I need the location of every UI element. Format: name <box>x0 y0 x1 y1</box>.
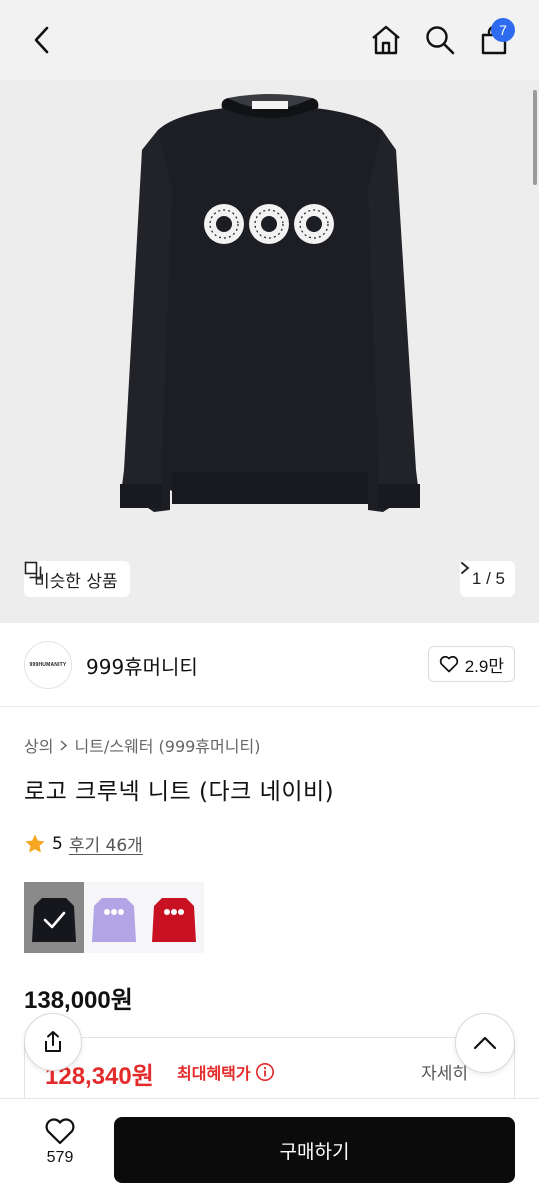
product-title: 로고 크루넥 니트 (다크 네이비) <box>24 779 335 805</box>
star-icon <box>25 834 45 852</box>
heart-icon <box>45 1118 75 1145</box>
image-pager-button[interactable]: 1 / 5 <box>459 561 515 597</box>
swatch-lavender[interactable] <box>84 882 144 953</box>
heart-icon <box>439 655 458 673</box>
home-button[interactable] <box>366 20 406 60</box>
wishlist-button[interactable]: 579 <box>30 1117 90 1167</box>
wishlist-count: 579 <box>46 1149 74 1166</box>
brand-logo[interactable]: 999HUMANITY <box>24 641 72 689</box>
similar-products-label: 비슷한 상품 <box>34 571 118 592</box>
home-icon <box>372 25 400 55</box>
info-icon[interactable] <box>255 1062 275 1082</box>
brand-logo-text: 999HUMANITY <box>29 662 67 668</box>
breadcrumb-subcategory[interactable]: 니트/스웨터 (999휴머니티) <box>74 733 260 757</box>
breadcrumb-category[interactable]: 상의 <box>24 733 53 757</box>
benefit-detail-link[interactable]: 자세히 <box>421 1059 468 1084</box>
breadcrumb: 상의 니트/스웨터 (999휴머니티) <box>24 733 260 757</box>
search-icon <box>426 26 455 55</box>
back-button[interactable] <box>22 20 62 60</box>
image-pager-label: 1 / 5 <box>471 569 505 588</box>
brand-like-count: 2.9만 <box>464 656 504 676</box>
chevron-right-icon <box>461 562 470 574</box>
product-image-gallery[interactable]: 비슷한 상품 1 / 5 <box>0 80 539 623</box>
chevron-up-icon <box>473 1036 497 1050</box>
brand-row: 999HUMANITY 999휴머니티 2.9만 <box>0 623 539 707</box>
brand-like-button[interactable]: 2.9만 <box>427 646 515 682</box>
review-count-link[interactable]: 후기 46개 <box>69 831 143 856</box>
swatch-lavender-image <box>84 882 144 953</box>
max-benefit-label: 최대혜택가 <box>177 1064 251 1083</box>
swatch-navy-image <box>32 898 76 942</box>
rating-score: 5 <box>52 833 63 854</box>
share-button[interactable] <box>24 1013 82 1071</box>
buy-button[interactable]: 구매하기 <box>114 1117 515 1183</box>
cart-button[interactable]: 7 <box>474 18 515 60</box>
scroll-to-top-button[interactable] <box>455 1013 515 1073</box>
similar-items-icon <box>24 561 42 579</box>
chevron-right-icon <box>60 739 68 751</box>
share-icon <box>45 1031 61 1052</box>
product-price: 138,000원 <box>24 987 133 1014</box>
swatch-red[interactable] <box>144 882 204 953</box>
cart-count-badge: 7 <box>491 18 515 42</box>
color-swatches <box>24 882 204 953</box>
search-button[interactable] <box>420 20 460 60</box>
chevron-left-icon <box>34 26 49 54</box>
swatch-dark-navy[interactable] <box>24 882 84 953</box>
similar-products-button[interactable]: 비슷한 상품 <box>24 561 130 597</box>
max-benefit-label-row: 최대혜택가 <box>177 1060 275 1084</box>
top-header: 7 <box>0 0 539 80</box>
bottom-action-bar: 579 구매하기 <box>0 1098 539 1200</box>
rating-row: 5 후기 46개 <box>24 831 143 856</box>
page-scrollbar[interactable] <box>533 90 537 185</box>
product-image <box>120 94 420 512</box>
max-benefit-box[interactable]: 128,340원 최대혜택가 자세히 <box>24 1037 515 1107</box>
brand-name-link[interactable]: 999휴머니티 <box>86 651 198 680</box>
swatch-red-image <box>144 882 204 953</box>
